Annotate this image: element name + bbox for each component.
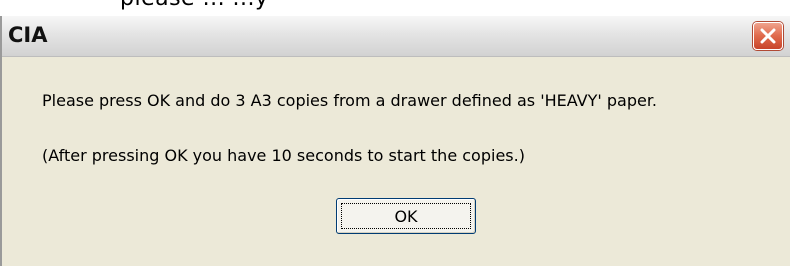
title-bar[interactable]: CIA xyxy=(2,16,790,57)
close-button[interactable] xyxy=(753,22,783,50)
screen: please ... ...y CIA Please press OK and … xyxy=(0,0,790,266)
message-line-2: (After pressing OK you have 10 seconds t… xyxy=(42,146,525,165)
ok-button-label: OK xyxy=(341,203,471,229)
ok-button[interactable]: OK xyxy=(336,198,476,234)
close-icon xyxy=(760,28,776,44)
message-line-1: Please press OK and do 3 A3 copies from … xyxy=(42,91,658,110)
message-dialog: CIA Please press OK and do 3 A3 copies f… xyxy=(0,16,790,266)
dialog-title: CIA xyxy=(8,23,48,47)
cropped-background-text: please ... ...y xyxy=(120,0,269,11)
